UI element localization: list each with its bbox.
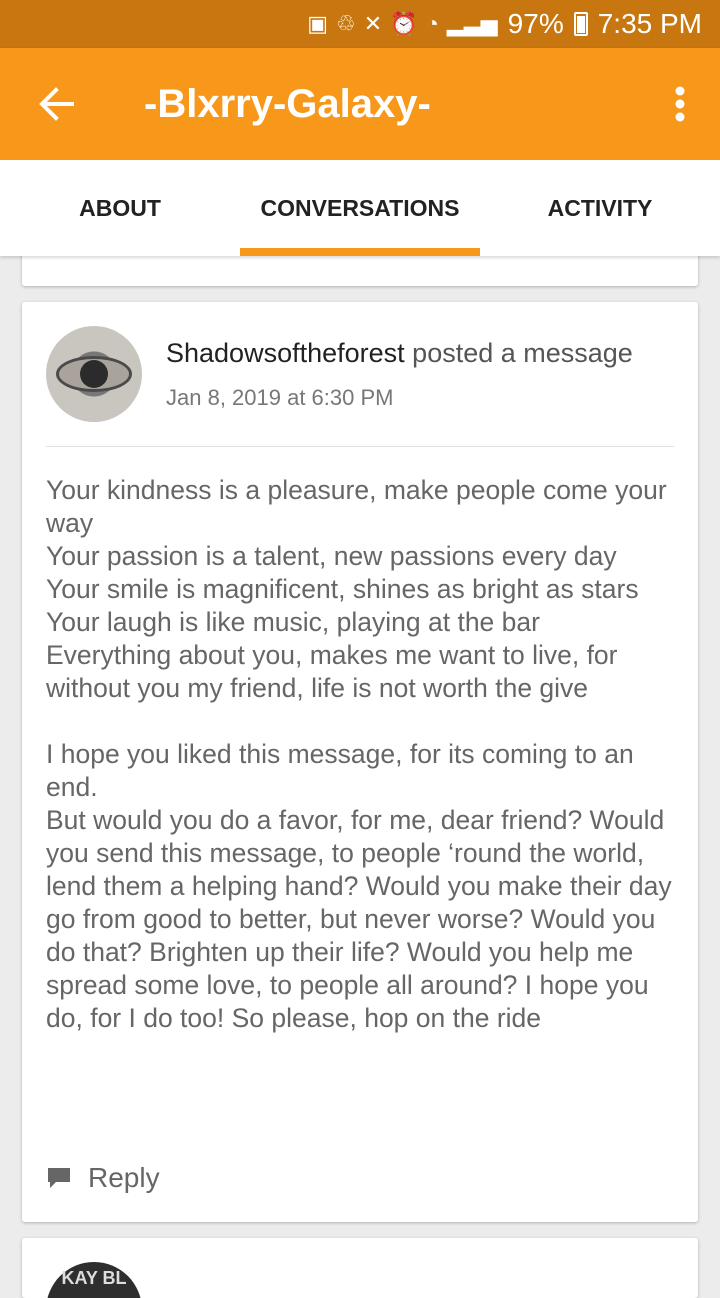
status-bar: ▣ ♲ ✕ ⏰ ◔ ▂▃▅ 97% 7:35 PM: [0, 0, 720, 48]
avatar[interactable]: [46, 326, 142, 422]
battery-icon: [573, 12, 588, 36]
status-icons: ▣ ♲ ✕ ⏰ ◔ ▂▃▅: [307, 11, 497, 37]
tab-about[interactable]: ABOUT: [0, 160, 240, 256]
message-line: Your smile is magnificent, shines as bri…: [46, 574, 639, 604]
tab-bar: ABOUT CONVERSATIONS ACTIVITY: [0, 160, 720, 256]
mute-icon: ✕: [363, 11, 383, 36]
alarm-icon: ⏰: [390, 11, 418, 36]
reply-button[interactable]: Reply: [46, 1162, 160, 1194]
wifi-icon: ◔: [425, 11, 439, 36]
post-timestamp: Jan 8, 2019 at 6:30 PM: [166, 385, 394, 410]
author-line: Shadowsoftheforest posted a message: [166, 338, 686, 369]
message-line: Your laugh is like music, playing at the…: [46, 607, 540, 637]
post-action: posted a message: [412, 338, 633, 368]
message-line: But would you do a favor, for me, dear f…: [46, 805, 672, 1033]
battery-percent: 97%: [507, 8, 564, 39]
tab-conversations[interactable]: CONVERSATIONS: [240, 160, 480, 256]
pupil-image: [80, 360, 108, 388]
message-line: Your passion is a talent, new passions e…: [46, 541, 617, 571]
author-name[interactable]: Shadowsoftheforest: [166, 338, 405, 368]
message-line: Your kindness is a pleasure, make people…: [46, 475, 667, 538]
comment-icon: [48, 1168, 70, 1188]
divider: [46, 446, 674, 447]
page-title: -Blxrry-Galaxy-: [144, 81, 431, 126]
battery-saver-icon: ▣: [307, 11, 329, 36]
next-avatar[interactable]: KAY BL: [46, 1262, 142, 1298]
recycle-icon: ♲: [336, 11, 356, 36]
message-line: I hope you liked this message, for its c…: [46, 739, 634, 802]
message-line: Everything about you, makes me want to l…: [46, 640, 618, 703]
reply-label: Reply: [88, 1162, 160, 1193]
tab-activity[interactable]: ACTIVITY: [480, 160, 720, 256]
overflow-menu-button[interactable]: [640, 48, 720, 160]
post-card: Shadowsoftheforest posted a message Jan …: [22, 302, 698, 1222]
next-post-card: KAY BL: [22, 1238, 698, 1298]
more-vert-icon: [675, 86, 685, 122]
clock: 7:35 PM: [597, 8, 702, 39]
signal-icon: ▂▃▅: [446, 11, 498, 36]
app-bar: -Blxrry-Galaxy-: [0, 48, 720, 160]
message-body: Your kindness is a pleasure, make people…: [46, 474, 674, 1035]
post-header: Shadowsoftheforest posted a message Jan …: [166, 338, 686, 411]
back-arrow-icon: [39, 87, 74, 121]
back-button[interactable]: [0, 48, 112, 160]
